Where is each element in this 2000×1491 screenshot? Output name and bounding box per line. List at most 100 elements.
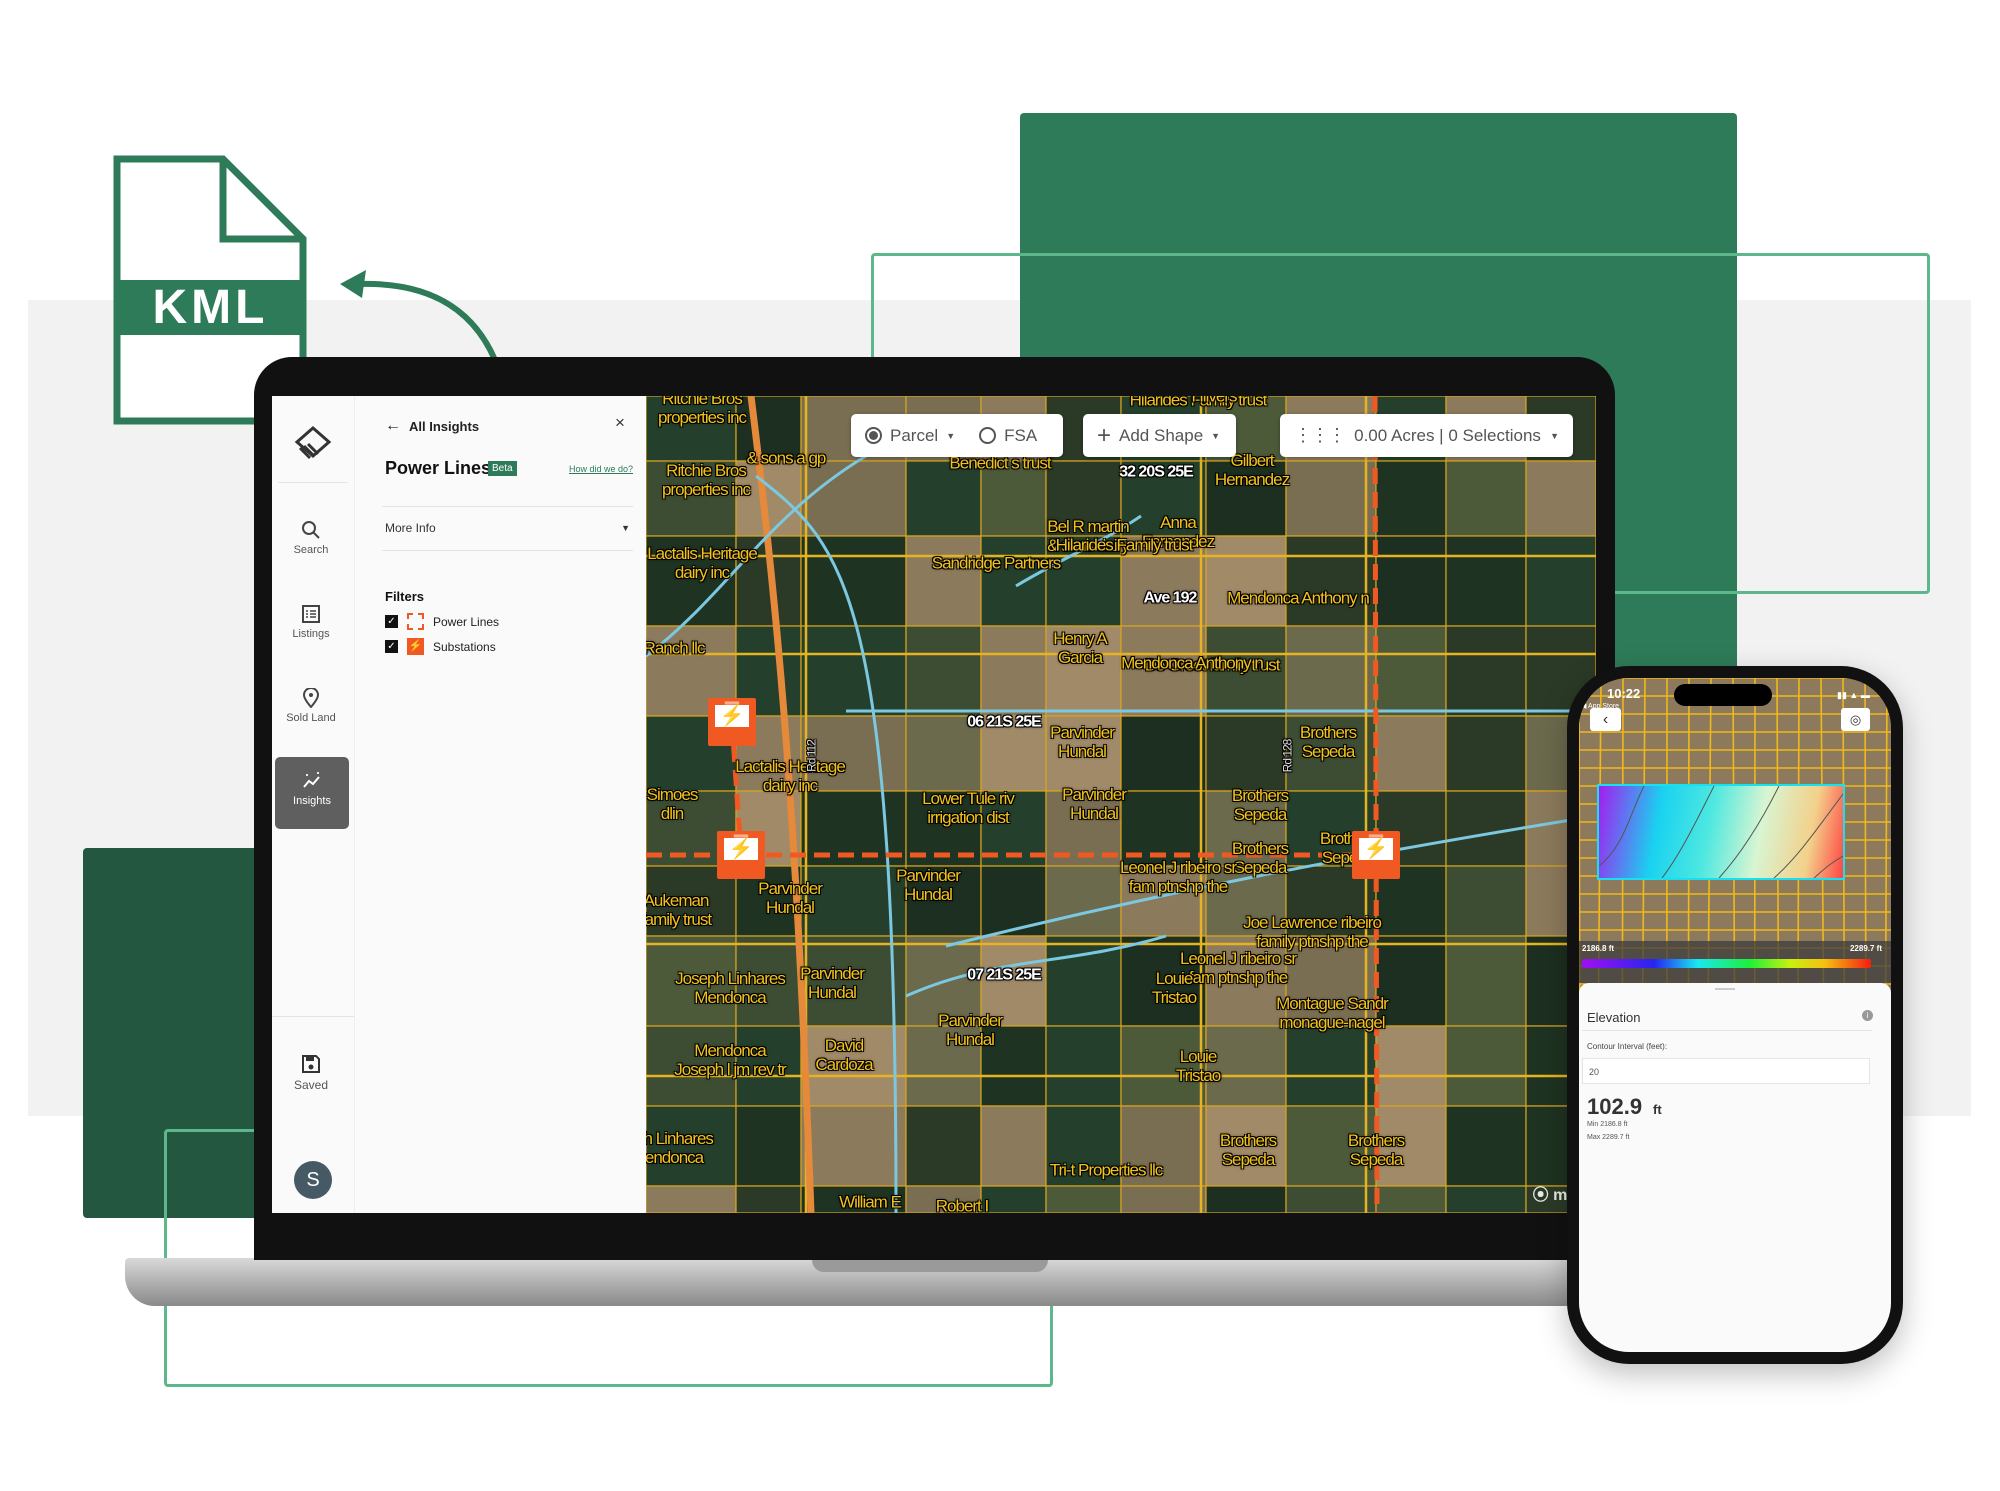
grid-icon: ⋮⋮⋮ (1294, 425, 1346, 445)
map-field (800, 460, 907, 537)
parcel-label: Ritchie Bros properties inc (661, 461, 751, 499)
parcel-label: Joseph Linhares Mendonca (675, 969, 786, 1007)
map-field (1445, 460, 1527, 537)
checkbox-checked[interactable]: ✓ (385, 640, 398, 653)
map-field (1445, 535, 1527, 627)
beta-badge: Beta (488, 461, 517, 476)
info-icon[interactable]: i (1862, 1010, 1873, 1021)
map-field (1525, 535, 1596, 627)
parcel-label: Parvinder Hundal (800, 964, 865, 1002)
add-shape-button[interactable]: + Add Shape ▼ (1083, 414, 1236, 457)
contour-label: Contour Interval (feet): (1587, 1042, 1668, 1051)
map-field (1375, 625, 1447, 717)
satellite-map[interactable]: Ritchie Bros properties inc Ritchie Bros … (646, 396, 1596, 1213)
more-info-accordion[interactable]: More Info ▼ (382, 506, 633, 550)
parcel-label: Parvinder Hundal (896, 866, 961, 904)
avatar[interactable]: S (294, 1161, 332, 1199)
substation-marker[interactable]: ══ ⚡ (1352, 831, 1400, 879)
parcel-label: Ritchie Bros properties inc (657, 396, 747, 427)
caret-down-icon[interactable]: ▼ (946, 431, 955, 441)
filter-label: Substations (433, 639, 496, 654)
close-icon[interactable]: × (615, 413, 625, 433)
parcel-label: Brothers Sepeda (1231, 839, 1289, 877)
map-field (905, 535, 982, 627)
rail-item-sold-land[interactable]: Sold Land (274, 688, 348, 724)
rail-item-listings[interactable]: Listings (274, 604, 348, 640)
substation-marker[interactable]: ══ ⚡ (708, 698, 756, 746)
parcel-label: 07 21S 25E (967, 966, 1042, 984)
map-field (1285, 1185, 1377, 1213)
phone-screen: 10:22 ◀ App Store ▮▮ ▲ ▬ ‹ ◎ 2186.8 ft 2… (1579, 678, 1891, 1352)
divider (1582, 1030, 1872, 1031)
parcel-label: Tri-t Properties llc (1049, 1160, 1164, 1180)
radio-unselected-icon[interactable] (979, 427, 997, 444)
parcel-label: Brothers Sepeda (1219, 1131, 1277, 1169)
radio-selected-icon[interactable] (865, 427, 882, 444)
elevation-legend: 2186.8 ft 2289.7 ft (1579, 941, 1891, 983)
map-field (1285, 625, 1377, 717)
substation-icon: ══ ⚡ (708, 698, 756, 727)
elevation-overlay (1597, 784, 1845, 880)
map-field (1525, 460, 1596, 537)
export-arrow-icon (340, 270, 498, 362)
map-field (1445, 1185, 1527, 1213)
caret-down-icon: ▼ (1211, 430, 1221, 441)
caret-down-icon: ▼ (1550, 430, 1559, 441)
elevation-range-value: 102.9 (1587, 1094, 1643, 1119)
divider (382, 550, 633, 551)
substation-icon: ══ ⚡ (717, 831, 765, 860)
rail-label: Listings (292, 628, 330, 640)
map-field (1375, 535, 1447, 627)
checkbox-checked[interactable]: ✓ (385, 615, 398, 628)
rail-item-search[interactable]: Search (274, 520, 348, 556)
map-field (1285, 535, 1377, 627)
filter-power-lines[interactable]: ✓ Power Lines (385, 613, 499, 630)
rail-item-insights[interactable]: Insights (275, 757, 349, 829)
parcel-label: Joe Lawrence ribeiro family ptnshp the (1243, 913, 1382, 951)
contour-interval-input[interactable]: 20 (1582, 1058, 1870, 1084)
map-field (735, 1185, 802, 1213)
parcel-option[interactable]: Parcel (890, 426, 938, 446)
filter-substations[interactable]: ✓ ⚡ Substations (385, 638, 496, 655)
map-field (1445, 715, 1527, 792)
legend-max: 2289.7 ft (1849, 944, 1882, 953)
parcel-label: Sandridge Partners (931, 553, 1061, 573)
map-field (980, 535, 1047, 627)
legend-min: 2186.8 ft (1582, 944, 1615, 953)
parcel-label: Parvinder Hundal (1062, 785, 1127, 823)
laptop-notch (812, 1258, 1048, 1272)
sheet-handle[interactable] (1715, 988, 1735, 990)
back-to-insights-button[interactable]: ← All Insights (385, 417, 479, 435)
substation-marker[interactable]: ══ ⚡ (717, 831, 765, 879)
map-field (980, 1105, 1047, 1187)
feedback-link[interactable]: How did we do? (569, 464, 633, 474)
min-elevation: Min 2186.8 ft (1587, 1121, 1628, 1128)
map-field (1045, 1185, 1122, 1213)
rail-label: Saved (293, 1078, 329, 1092)
rail-label: Insights (293, 795, 331, 807)
panel-title: Power Lines (385, 458, 492, 478)
back-button[interactable]: ‹ (1590, 708, 1621, 731)
chevron-left-icon: ‹ (1602, 711, 1609, 728)
locate-button[interactable]: ◎ (1841, 708, 1870, 731)
fsa-option[interactable]: FSA (1004, 426, 1037, 446)
add-shape-label: Add Shape (1119, 425, 1204, 445)
map-field (980, 1185, 1047, 1213)
rail-divider (278, 482, 348, 483)
parcel-label: Hilarides Family trust (1055, 535, 1194, 555)
parcel-label: Brothers Sepeda (1347, 1131, 1405, 1169)
parcel-label: Rd 112 (804, 740, 819, 772)
location-pin-icon (302, 688, 320, 708)
rail-item-saved[interactable]: Saved (274, 1054, 348, 1092)
parcel-label: 06 21S 25E (967, 713, 1042, 731)
rail-label: Sold Land (286, 712, 336, 724)
map-field (1445, 935, 1527, 1027)
parcel-label: Brothers Sepeda (1231, 786, 1289, 824)
parcel-label: Lactalis Heritage dairy inc (647, 544, 758, 582)
parcel-label: Hilvers (1191, 396, 1238, 406)
parcel-label: Mendonca Anthony n (1227, 588, 1370, 608)
parcel-fsa-toggle: Parcel ▼ FSA (851, 414, 1063, 457)
selection-summary-dropdown[interactable]: ⋮⋮⋮ 0.00 Acres | 0 Selections ▼ (1280, 414, 1573, 457)
parcel-label: David Cardoza (815, 1036, 873, 1074)
parcel-label: & sons a gp (746, 448, 827, 468)
